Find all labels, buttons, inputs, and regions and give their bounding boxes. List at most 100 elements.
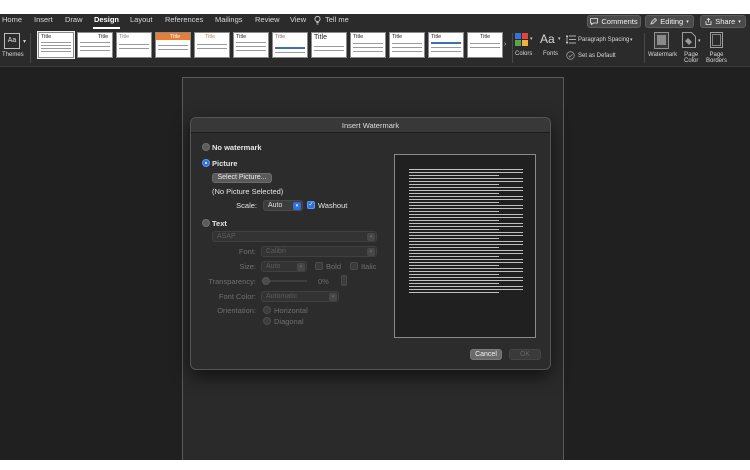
- thumb-line: [80, 46, 110, 47]
- thumb-line: [158, 45, 188, 46]
- diagonal-label[interactable]: Diagonal: [274, 317, 304, 326]
- preview-text-line: [409, 214, 523, 215]
- text-label[interactable]: Text: [212, 219, 227, 228]
- style-set-thumb[interactable]: Title: [467, 32, 503, 58]
- thumb-line: [197, 48, 227, 49]
- editing-label: Editing: [660, 17, 684, 26]
- ok-button[interactable]: OK: [509, 349, 541, 360]
- diagonal-radio[interactable]: [263, 317, 271, 325]
- tab-home[interactable]: Home: [2, 15, 22, 24]
- preview-text-line: [409, 274, 499, 275]
- watermark-preview: [394, 154, 536, 338]
- cancel-button[interactable]: Cancel: [470, 349, 502, 360]
- tab-insert[interactable]: Insert: [34, 15, 53, 24]
- preview-text-line: [409, 283, 499, 284]
- style-set-title: Title: [314, 34, 327, 41]
- tab-design[interactable]: Design: [94, 15, 119, 24]
- tell-me-search[interactable]: Tell me: [325, 15, 349, 24]
- chevron-down-icon: ▾: [558, 36, 561, 42]
- thumb-line: [470, 43, 500, 44]
- page-borders-icon[interactable]: [710, 32, 723, 48]
- style-set-thumb[interactable]: Title: [311, 32, 347, 58]
- tab-mailings[interactable]: Mailings: [215, 15, 243, 24]
- no-watermark-radio[interactable]: [202, 143, 210, 151]
- thumb-line: [158, 49, 188, 50]
- washout-checkbox[interactable]: ✓: [307, 201, 315, 209]
- preview-text-line: [409, 187, 523, 188]
- size-dropdown[interactable]: Auto ▾: [261, 261, 307, 272]
- style-set-thumb[interactable]: Title: [389, 32, 425, 58]
- scale-dropdown[interactable]: Auto ▾: [263, 200, 303, 211]
- separator: [30, 33, 31, 63]
- chevron-down-icon: ▾: [686, 18, 689, 25]
- themes-button[interactable]: Aa Themes: [2, 32, 24, 64]
- picture-radio[interactable]: [202, 159, 210, 167]
- bold-label[interactable]: Bold: [326, 262, 341, 271]
- style-set-thumb[interactable]: Title: [37, 31, 75, 59]
- no-watermark-label[interactable]: No watermark: [212, 143, 262, 152]
- thumb-line: [236, 42, 266, 43]
- fonts-icon[interactable]: Aa: [540, 32, 555, 46]
- preview-text-line: [409, 208, 523, 209]
- text-combo[interactable]: ASAP ▾: [212, 231, 377, 242]
- thumb-line: [41, 42, 71, 43]
- preview-text-line: [409, 217, 523, 218]
- style-set-thumb[interactable]: Title: [233, 32, 269, 58]
- tab-review[interactable]: Review: [255, 15, 280, 24]
- preview-text-line: [409, 190, 523, 191]
- tab-view[interactable]: View: [290, 15, 306, 24]
- preview-text-line: [409, 196, 523, 197]
- preview-text-line: [409, 220, 499, 221]
- italic-label[interactable]: Italic: [361, 262, 376, 271]
- style-set-thumb[interactable]: Title: [350, 32, 386, 58]
- thumb-line: [431, 47, 461, 48]
- chevron-down-icon: ▾: [530, 36, 533, 42]
- chevron-down-icon: ▾: [329, 293, 337, 301]
- tab-draw[interactable]: Draw: [65, 15, 83, 24]
- colors-icon[interactable]: [515, 33, 529, 47]
- themes-icon: Aa: [4, 33, 20, 49]
- preview-text-line: [409, 268, 523, 269]
- transparency-value[interactable]: 0%: [318, 277, 329, 286]
- tab-references[interactable]: References: [165, 15, 203, 24]
- thumb-line: [314, 50, 344, 51]
- preview-text-line: [409, 181, 523, 182]
- font-color-value: Automatic: [266, 293, 298, 300]
- share-label: Share: [715, 17, 736, 26]
- style-set-thumb[interactable]: Title: [116, 32, 152, 58]
- paragraph-spacing-button[interactable]: Paragraph Spacing: [578, 37, 629, 43]
- italic-checkbox[interactable]: [350, 262, 358, 270]
- comments-button[interactable]: Comments: [587, 15, 641, 28]
- horizontal-radio[interactable]: [263, 306, 271, 314]
- bold-checkbox[interactable]: [315, 262, 323, 270]
- preview-text-line: [409, 250, 523, 251]
- watermark-icon[interactable]: [654, 32, 669, 49]
- thumb-line: [470, 47, 500, 48]
- select-picture-button[interactable]: Select Picture...: [212, 173, 272, 183]
- transparency-slider-knob[interactable]: [262, 277, 270, 285]
- set-as-default-button[interactable]: Set as Default: [578, 53, 616, 59]
- transparency-stepper[interactable]: [341, 275, 347, 286]
- scale-value: Auto: [268, 202, 283, 209]
- page-color-icon[interactable]: [682, 32, 696, 48]
- preview-text-line: [409, 238, 499, 239]
- font-dropdown[interactable]: Calibri ▾: [261, 246, 377, 257]
- horizontal-label[interactable]: Horizontal: [274, 306, 308, 315]
- thumb-line: [353, 47, 383, 48]
- style-set-title: Title: [392, 34, 403, 40]
- style-set-thumb[interactable]: Title: [428, 32, 464, 58]
- orientation-label: Orientation:: [217, 306, 256, 315]
- picture-label[interactable]: Picture: [212, 159, 237, 168]
- text-radio[interactable]: [202, 219, 210, 227]
- font-color-dropdown[interactable]: Automatic ▾: [261, 291, 339, 302]
- style-set-title: Title: [275, 34, 286, 40]
- tab-layout[interactable]: Layout: [130, 15, 153, 24]
- style-set-thumb[interactable]: Title: [155, 32, 191, 58]
- share-button[interactable]: Share ▾: [700, 15, 746, 28]
- style-set-thumb[interactable]: Title: [194, 32, 230, 58]
- style-set-thumb[interactable]: Title: [272, 32, 308, 58]
- washout-label[interactable]: Washout: [318, 201, 347, 210]
- chevron-right-icon[interactable]: ›: [504, 41, 510, 49]
- editing-button[interactable]: Editing ▾: [645, 15, 694, 28]
- style-set-thumb[interactable]: Title: [77, 32, 113, 58]
